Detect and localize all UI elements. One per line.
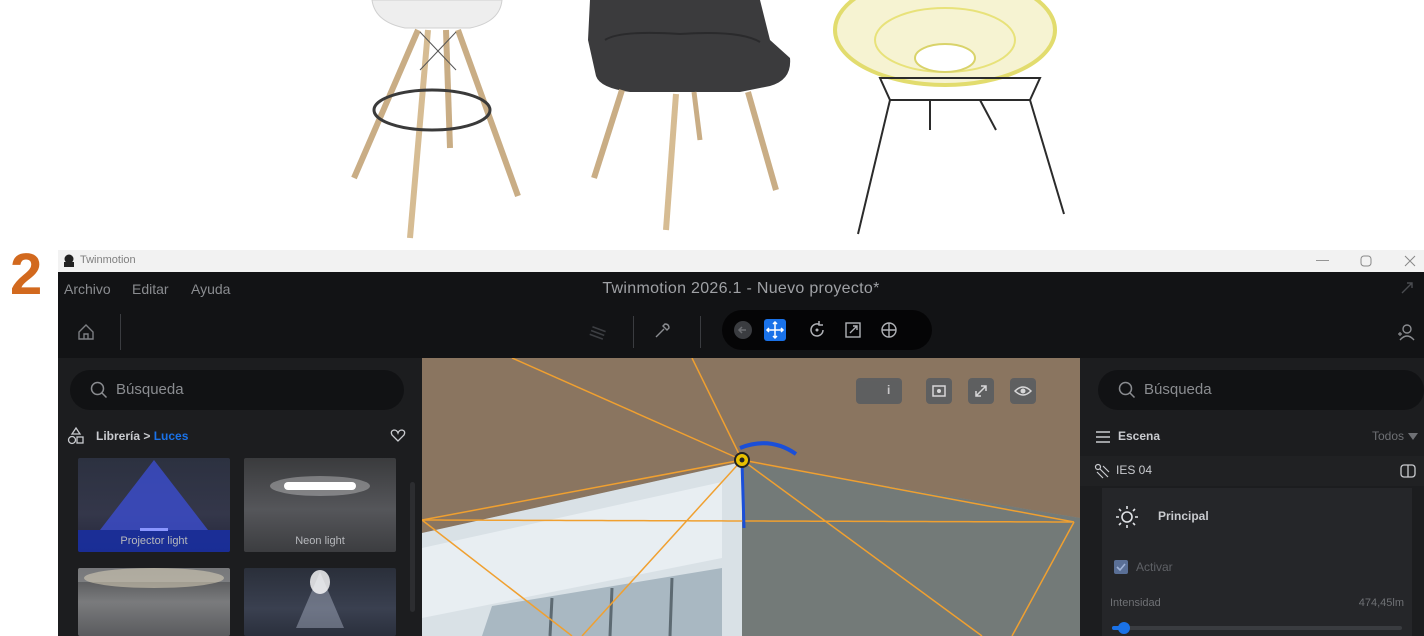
app-window: Twinmotion — Archivo Editar Ayuda Twinmo… xyxy=(58,250,1424,636)
library-panel: Búsqueda Librería > Luces Projector ligh… xyxy=(58,358,422,636)
menu-bar: Archivo Editar Ayuda Twinmotion 2026.1 -… xyxy=(58,272,1424,306)
chevron-down-icon[interactable] xyxy=(1408,433,1418,441)
library-shapes-icon xyxy=(67,426,84,445)
expand-icon xyxy=(975,385,987,397)
scene-header: Escena Todos xyxy=(1080,426,1424,448)
scene-panel: Búsqueda Escena Todos IES 04 Principal A… xyxy=(1080,358,1424,636)
scene-filter-value: Todos xyxy=(1371,429,1404,443)
scene-item-selected[interactable]: IES 04 xyxy=(1080,456,1424,486)
screenshot-button[interactable] xyxy=(926,378,952,404)
intensity-slider-knob[interactable] xyxy=(1117,622,1130,634)
sun-icon xyxy=(1116,506,1138,528)
library-scrollbar[interactable] xyxy=(410,482,415,612)
step-number: 2 xyxy=(10,242,43,307)
scene-filter-dropdown[interactable]: Todos xyxy=(1372,429,1404,443)
eye-icon xyxy=(1013,386,1033,396)
close-button[interactable] xyxy=(1404,255,1416,267)
toolbar-divider xyxy=(120,314,121,350)
activate-label: Activar xyxy=(1136,560,1173,574)
library-item-neon-light[interactable]: Neon light xyxy=(244,458,396,552)
tile-label: Neon light xyxy=(295,535,345,547)
layers-icon[interactable] xyxy=(588,322,608,342)
back-icon[interactable] xyxy=(732,319,754,341)
search-icon xyxy=(90,381,108,399)
rotate-icon[interactable] xyxy=(806,319,828,341)
menu-editar[interactable]: Editar xyxy=(132,281,169,297)
eyedropper-icon[interactable] xyxy=(652,321,672,341)
scene-list-icon xyxy=(1096,431,1110,443)
library-item-projector-light[interactable]: Projector light xyxy=(78,458,230,552)
breadcrumb-root[interactable]: Librería xyxy=(96,429,140,443)
user-icon[interactable] xyxy=(1396,322,1416,342)
chairs-photo xyxy=(0,0,1424,250)
minimize-button[interactable]: — xyxy=(1316,252,1329,267)
library-search-input[interactable]: Búsqueda xyxy=(70,370,404,410)
move-icon[interactable] xyxy=(764,319,786,341)
breadcrumb-separator: > xyxy=(143,429,151,443)
intensity-slider[interactable] xyxy=(1112,622,1402,634)
page: 2 Twinmotion — Archivo Editar Ayuda Twin… xyxy=(0,0,1424,636)
maximize-button[interactable] xyxy=(1360,255,1372,267)
panel-toggle-icon[interactable] xyxy=(1400,463,1416,479)
visibility-button[interactable] xyxy=(1010,378,1036,404)
intensity-value: 474,45lm xyxy=(1358,597,1404,609)
light-properties-card: Principal Activar Intensidad 474,45lm xyxy=(1102,488,1412,636)
main-toolbar xyxy=(58,306,1424,358)
3d-viewport[interactable]: i xyxy=(422,358,1080,636)
screenshot-icon xyxy=(932,385,946,397)
scene-item-label: IES 04 xyxy=(1116,463,1153,477)
menu-archivo[interactable]: Archivo xyxy=(64,281,111,297)
check-icon xyxy=(1116,563,1126,572)
twinmotion-logo-icon xyxy=(64,254,74,267)
fullscreen-icon[interactable] xyxy=(1400,281,1414,295)
project-title: Twinmotion 2026.1 - Nuevo proyecto* xyxy=(602,280,880,297)
light-object-icon xyxy=(1094,463,1110,479)
breadcrumb-text: Librería > Luces xyxy=(96,429,188,443)
scene-search-placeholder: Búsqueda xyxy=(1144,381,1212,398)
scale-icon[interactable] xyxy=(842,319,864,341)
transform-tools xyxy=(722,310,932,350)
spot-light-thumbnail xyxy=(296,570,344,628)
breadcrumb-current: Luces xyxy=(153,429,189,443)
area-light-thumbnail xyxy=(78,568,230,588)
menu-ayuda[interactable]: Ayuda xyxy=(191,281,230,297)
library-item-spot-light[interactable] xyxy=(244,568,396,636)
search-icon xyxy=(1118,381,1136,399)
home-icon[interactable] xyxy=(76,322,96,342)
toolbar-divider xyxy=(633,316,634,348)
library-item-area-light[interactable] xyxy=(78,568,230,636)
library-search-placeholder: Búsqueda xyxy=(116,381,184,398)
activate-checkbox[interactable] xyxy=(1114,560,1128,574)
toolbar-divider xyxy=(700,316,701,348)
library-breadcrumb: Librería > Luces xyxy=(66,426,406,448)
tile-label: Projector light xyxy=(120,535,188,547)
globe-icon[interactable] xyxy=(878,319,900,341)
window-titlebar: Twinmotion — xyxy=(58,250,1424,272)
chairs-illustration xyxy=(351,0,1065,239)
expand-view-button[interactable] xyxy=(968,378,994,404)
camera-button[interactable]: i xyxy=(856,378,902,404)
section-title: Principal xyxy=(1158,509,1209,523)
scene-title: Escena xyxy=(1118,429,1161,443)
favorite-icon[interactable] xyxy=(390,427,406,443)
scene-search-input[interactable]: Búsqueda xyxy=(1098,370,1424,410)
window-app-name: Twinmotion xyxy=(80,254,136,266)
intensity-label: Intensidad xyxy=(1110,597,1161,609)
